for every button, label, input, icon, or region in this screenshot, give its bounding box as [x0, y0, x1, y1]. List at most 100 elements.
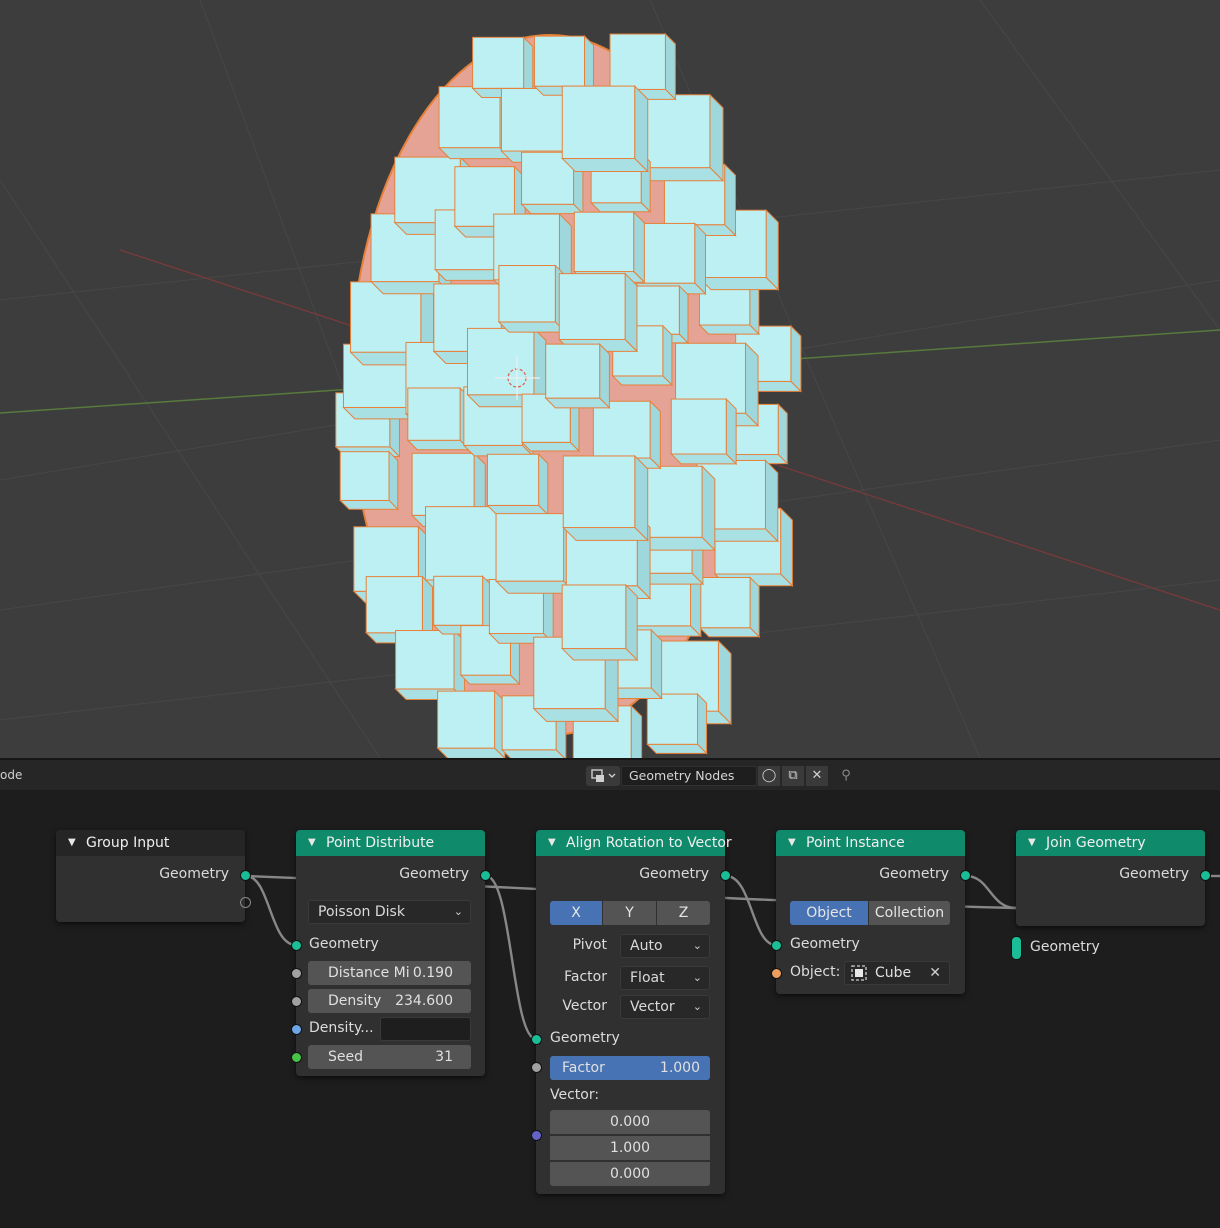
axis-x-button[interactable]: X	[550, 901, 602, 925]
output-geometry-socket[interactable]	[480, 870, 491, 881]
instanced-cube	[573, 210, 646, 284]
output-geometry-label: Geometry	[399, 866, 469, 882]
input-geometry-socket[interactable]	[291, 940, 302, 951]
vector-y-field[interactable]: 1.000	[550, 1136, 710, 1160]
node-header[interactable]: ▼ Group Input	[56, 830, 245, 856]
vector-x-field[interactable]: 0.000	[550, 1110, 710, 1134]
node-title: Point Instance	[806, 835, 905, 851]
field-label: Factor	[562, 1060, 605, 1076]
input-geometry-socket[interactable]	[771, 940, 782, 951]
viewport-scene	[0, 0, 1220, 758]
density-attribute-input[interactable]	[380, 1017, 471, 1041]
density-field[interactable]: Density 234.600	[308, 989, 471, 1013]
input-geometry-socket[interactable]	[531, 1034, 542, 1045]
collapse-triangle-icon[interactable]: ▼	[548, 830, 556, 856]
object-value: Cube	[875, 965, 912, 981]
vector-socket[interactable]	[531, 1130, 542, 1141]
node-editor-canvas[interactable]: ▼ Group Input Geometry ▼ Point Distribute …	[0, 790, 1220, 1228]
instance-type-object-button[interactable]: Object	[790, 901, 868, 925]
factor-type-value: Float	[630, 970, 665, 986]
instanced-cube	[436, 689, 506, 758]
output-geometry-label: Geometry	[159, 866, 229, 882]
distance-min-field[interactable]: Distance Mi 0.190	[308, 961, 471, 985]
field-value: 31	[435, 1049, 453, 1065]
node-group-input[interactable]: ▼ Group Input Geometry	[56, 830, 251, 922]
output-geometry-socket[interactable]	[240, 870, 251, 881]
seed-field[interactable]: Seed 31	[308, 1045, 471, 1069]
factor-type-dropdown[interactable]: Float ⌄	[620, 966, 710, 990]
empty-output-socket[interactable]	[240, 897, 251, 908]
node-tree-icon	[591, 769, 616, 782]
node-title: Group Input	[86, 835, 170, 851]
chevron-down-icon: ⌄	[453, 905, 463, 918]
instance-type-collection-button[interactable]: Collection	[869, 901, 950, 925]
distribution-method-dropdown[interactable]: Poisson Disk ⌄	[308, 900, 471, 924]
instanced-cube	[560, 583, 639, 662]
collapse-triangle-icon[interactable]: ▼	[68, 830, 76, 856]
axis-z-button[interactable]: Z	[657, 901, 710, 925]
node-tree-name-field[interactable]: Geometry Nodes	[621, 766, 757, 786]
node-title: Point Distribute	[326, 835, 435, 851]
collapse-triangle-icon[interactable]: ▼	[1028, 830, 1036, 856]
fake-user-shield-icon[interactable]: ◯	[758, 766, 780, 786]
factor-socket[interactable]	[531, 1062, 542, 1073]
pivot-dropdown[interactable]: Auto ⌄	[620, 934, 710, 958]
object-field[interactable]: Cube ✕	[844, 961, 950, 985]
multi-input-geometry-socket[interactable]	[1011, 936, 1022, 960]
link-pointdistribute-align	[485, 874, 537, 1041]
editor-type-dropdown[interactable]	[586, 766, 620, 786]
factor-field[interactable]: Factor 1.000	[550, 1056, 710, 1080]
vector-type-dropdown[interactable]: Vector ⌄	[620, 995, 710, 1019]
3d-viewport[interactable]	[0, 0, 1220, 758]
field-label: Density	[328, 993, 382, 1009]
output-geometry-label: Geometry	[1119, 866, 1189, 882]
output-geometry-socket[interactable]	[720, 870, 731, 881]
output-geometry-socket[interactable]	[960, 870, 971, 881]
instanced-cube	[562, 454, 649, 542]
instanced-cube	[698, 576, 761, 638]
instanced-cube	[486, 453, 549, 516]
vector-z-field[interactable]: 0.000	[550, 1162, 710, 1186]
close-icon[interactable]: ✕	[806, 766, 828, 786]
link-align-pointinstance	[725, 874, 777, 947]
method-value: Poisson Disk	[318, 904, 405, 920]
instanced-cube	[558, 272, 639, 353]
node-header[interactable]: ▼ Point Distribute	[296, 830, 485, 856]
output-geometry-label: Geometry	[879, 866, 949, 882]
pivot-value: Auto	[630, 938, 663, 954]
chevron-down-icon: ⌄	[692, 1000, 702, 1013]
distance-socket[interactable]	[291, 968, 302, 979]
node-point-distribute[interactable]: ▼ Point Distribute Geometry Poisson Disk ⌄…	[291, 830, 491, 1076]
collapse-triangle-icon[interactable]: ▼	[308, 830, 316, 856]
density-socket[interactable]	[291, 996, 302, 1007]
input-geometry-label: Geometry	[309, 936, 379, 952]
clear-object-icon[interactable]: ✕	[929, 962, 941, 984]
seed-socket[interactable]	[291, 1052, 302, 1063]
node-title: Join Geometry	[1046, 835, 1146, 851]
node-editor-header: ode Geometry Nodes ◯ ⧉ ✕ ⚲	[0, 758, 1220, 790]
pin-icon[interactable]: ⚲	[836, 766, 856, 786]
density-attribute-label: Density...	[309, 1020, 374, 1036]
field-label: Seed	[328, 1049, 363, 1065]
instanced-cube	[633, 222, 707, 296]
editor-mode-label[interactable]: ode	[0, 768, 22, 782]
field-value: 234.600	[395, 993, 453, 1009]
axis-y-button[interactable]: Y	[603, 901, 656, 925]
node-header[interactable]: ▼ Point Instance	[776, 830, 965, 856]
node-join-geometry[interactable]: ▼ Join Geometry Geometry Geometry	[1011, 830, 1211, 960]
duplicate-icon[interactable]: ⧉	[782, 766, 804, 786]
input-geometry-label: Geometry	[790, 936, 860, 952]
output-geometry-socket[interactable]	[1200, 870, 1211, 881]
node-align-rotation-to-vector[interactable]: ▼ Align Rotation to Vector Geometry X Y Z…	[531, 830, 732, 1194]
instanced-cube	[339, 450, 399, 511]
instanced-cube	[646, 692, 708, 755]
node-title: Align Rotation to Vector	[566, 835, 732, 851]
node-header[interactable]: ▼ Join Geometry	[1016, 830, 1205, 856]
collapse-triangle-icon[interactable]: ▼	[788, 830, 796, 856]
node-header[interactable]: ▼ Align Rotation to Vector	[536, 830, 732, 856]
object-label: Object:	[790, 964, 841, 980]
object-socket[interactable]	[771, 968, 782, 979]
density-attribute-socket[interactable]	[291, 1024, 302, 1035]
node-point-instance[interactable]: ▼ Point Instance Geometry Object Collecti…	[771, 830, 971, 994]
instanced-cube	[561, 84, 649, 173]
